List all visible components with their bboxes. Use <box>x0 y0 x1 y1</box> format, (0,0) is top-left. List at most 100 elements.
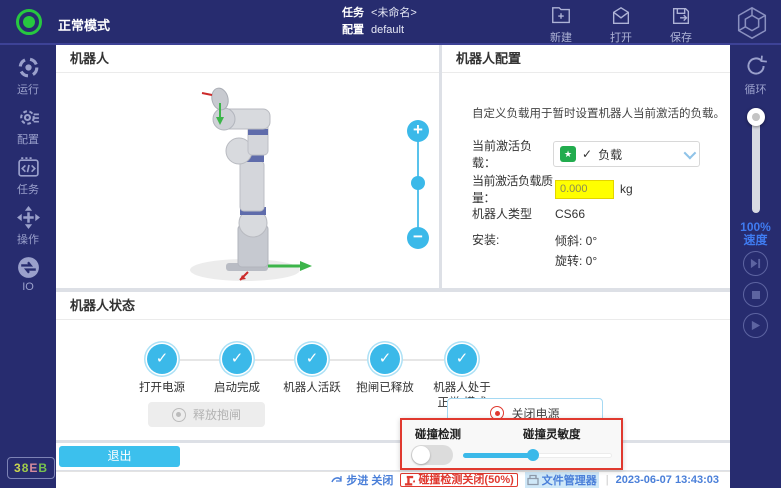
step-label: 机器人处于 <box>417 381 507 396</box>
new-task-button[interactable]: 新建 <box>541 5 581 45</box>
step-check-icon: ✓ <box>447 344 477 374</box>
sidebar-item-io[interactable]: IO <box>0 251 56 301</box>
payload-select-value: 负载 <box>598 146 622 163</box>
bottom-status-bar: 步进 关闭 碰撞检测关闭(50%) 文件管理器 | 2023-06-07 13:… <box>56 471 730 488</box>
task-config-block: 任务<未命名> 配置default <box>342 5 417 39</box>
open-task-label: 打开 <box>610 29 632 45</box>
play-icon <box>750 320 761 331</box>
sidebar-item-operate[interactable]: 操作 <box>0 201 56 251</box>
mode-indicator-icon[interactable] <box>16 9 42 35</box>
robot-type-label: 机器人类型 <box>472 205 555 222</box>
config-label: 配置 <box>342 24 364 36</box>
stop-button[interactable] <box>743 282 768 307</box>
collision-sensitivity-slider[interactable] <box>463 449 612 461</box>
step-forward-button[interactable] <box>743 251 768 276</box>
sidebar-item-label: 运行 <box>17 81 39 97</box>
toggle-knob[interactable] <box>412 446 430 464</box>
sidebar-item-label: 配置 <box>17 131 39 147</box>
zoom-out-button[interactable]: − <box>407 227 429 249</box>
collision-status-button[interactable]: 碰撞检测关闭(50%) <box>400 473 517 487</box>
config-value: default <box>371 24 404 36</box>
play-button[interactable] <box>743 313 768 338</box>
collision-icon <box>404 475 415 486</box>
status-panel-title: 机器人状态 <box>56 292 730 320</box>
payload-mass-row: 当前激活负载质量： kg <box>472 172 633 206</box>
sidebar-item-label: 任务 <box>17 181 39 197</box>
collision-detection-label: 碰撞检测 <box>415 426 461 442</box>
task-value: <未命名> <box>371 7 417 19</box>
payload-tag-icon: ★ <box>560 146 576 162</box>
step-check-icon: ✓ <box>147 344 177 374</box>
exit-row: 退出 <box>56 443 730 470</box>
loop-icon <box>743 53 769 79</box>
check-icon: ✓ <box>582 147 592 161</box>
step-check-icon: ✓ <box>370 344 400 374</box>
brand-logo-icon <box>733 4 771 42</box>
file-manager-button[interactable]: 文件管理器 <box>525 472 599 488</box>
robot-3d-view[interactable] <box>160 77 330 287</box>
save-task-icon <box>670 5 692 27</box>
save-task-button[interactable]: 保存 <box>661 5 701 45</box>
task-code-icon <box>16 155 41 180</box>
sidebar-item-label: IO <box>22 281 34 293</box>
mode-label: 正常模式 <box>58 15 110 34</box>
config-panel-title: 机器人配置 <box>442 45 730 73</box>
payload-mass-unit: kg <box>620 182 633 196</box>
mount-tilt-value: 倾斜: 0° <box>555 231 597 251</box>
file-manager-label: 文件管理器 <box>542 472 597 488</box>
brake-icon <box>172 408 186 422</box>
file-manager-icon <box>527 474 539 486</box>
operate-move-icon <box>16 205 41 230</box>
slider-handle[interactable] <box>527 449 539 461</box>
release-brake-label: 释放抱闸 <box>193 406 241 423</box>
robot-panel-title: 机器人 <box>56 45 439 73</box>
speed-label: 速度 <box>730 234 781 247</box>
sidebar-item-task[interactable]: 任务 <box>0 151 56 201</box>
zoom-in-button[interactable]: + <box>407 120 429 142</box>
payload-mass-label: 当前激活负载质量： <box>472 172 555 206</box>
step-mode-icon <box>331 474 343 486</box>
robot-status-panel: 机器人状态 ✓ 打开电源 ✓ 启动完成 ✓ 机器人活跃 ✓ 抱闸已释放 ✓ 机器… <box>56 292 730 440</box>
payload-select[interactable]: ★ ✓ 负载 <box>553 141 700 167</box>
stop-icon <box>751 290 761 300</box>
payload-description: 自定义负载用于暂时设置机器人当前激活的负载。 <box>472 105 725 121</box>
collision-detection-toggle[interactable] <box>411 445 453 465</box>
status-code-badge: 38EB <box>7 457 55 479</box>
new-task-label: 新建 <box>550 29 572 45</box>
release-brake-button[interactable]: 释放抱闸 <box>148 402 265 427</box>
speed-slider-handle[interactable] <box>747 108 765 126</box>
sidebar-item-label: 操作 <box>17 231 39 247</box>
speed-display[interactable]: 100% 速度 <box>730 221 781 247</box>
active-payload-row: 当前激活负载： ★ ✓ 负载 <box>472 137 700 171</box>
chevron-down-icon[interactable] <box>677 142 699 166</box>
right-sidebar: 循环 100% 速度 <box>730 45 781 488</box>
exit-button[interactable]: 退出 <box>59 446 180 467</box>
mount-rotation-value: 旋转: 0° <box>555 251 597 271</box>
teach-pendant-app: 正常模式 任务 <未命名> 配置 default 新建 打开 <box>0 0 781 488</box>
clock-timestamp: 2023-06-07 13:43:03 <box>616 474 719 486</box>
speed-slider[interactable] <box>752 115 760 213</box>
header-actions: 新建 打开 保存 <box>541 5 701 45</box>
sidebar-item-config[interactable]: 配置 <box>0 101 56 151</box>
settings-icon <box>16 105 41 130</box>
step-forward-icon <box>750 258 761 269</box>
collision-sensitivity-label: 碰撞灵敏度 <box>523 426 581 442</box>
open-task-button[interactable]: 打开 <box>601 5 641 45</box>
mount-label: 安装: <box>472 231 555 248</box>
payload-mass-input[interactable] <box>555 180 614 199</box>
step-check-icon: ✓ <box>297 344 327 374</box>
step-check-icon: ✓ <box>222 344 252 374</box>
io-icon <box>16 255 41 280</box>
active-payload-label: 当前激活负载： <box>472 137 553 171</box>
new-task-icon <box>550 5 572 27</box>
zoom-slider-handle[interactable] <box>411 176 425 190</box>
collision-settings-popup: 碰撞检测 碰撞灵敏度 <box>400 418 623 470</box>
step-mode-toggle[interactable]: 步进 关闭 <box>331 472 393 488</box>
header-bar: 正常模式 任务<未命名> 配置default 新建 打开 <box>0 0 781 45</box>
loop-button[interactable]: 循环 <box>730 45 781 97</box>
sidebar-item-run[interactable]: 运行 <box>0 45 56 101</box>
left-sidebar: 运行 配置 任务 操作 IO 38 <box>0 45 56 488</box>
statusbar-divider: | <box>606 474 609 486</box>
robot-type-value: CS66 <box>555 207 585 221</box>
mount-row: 安装: 倾斜: 0° 旋转: 0° <box>472 231 597 271</box>
